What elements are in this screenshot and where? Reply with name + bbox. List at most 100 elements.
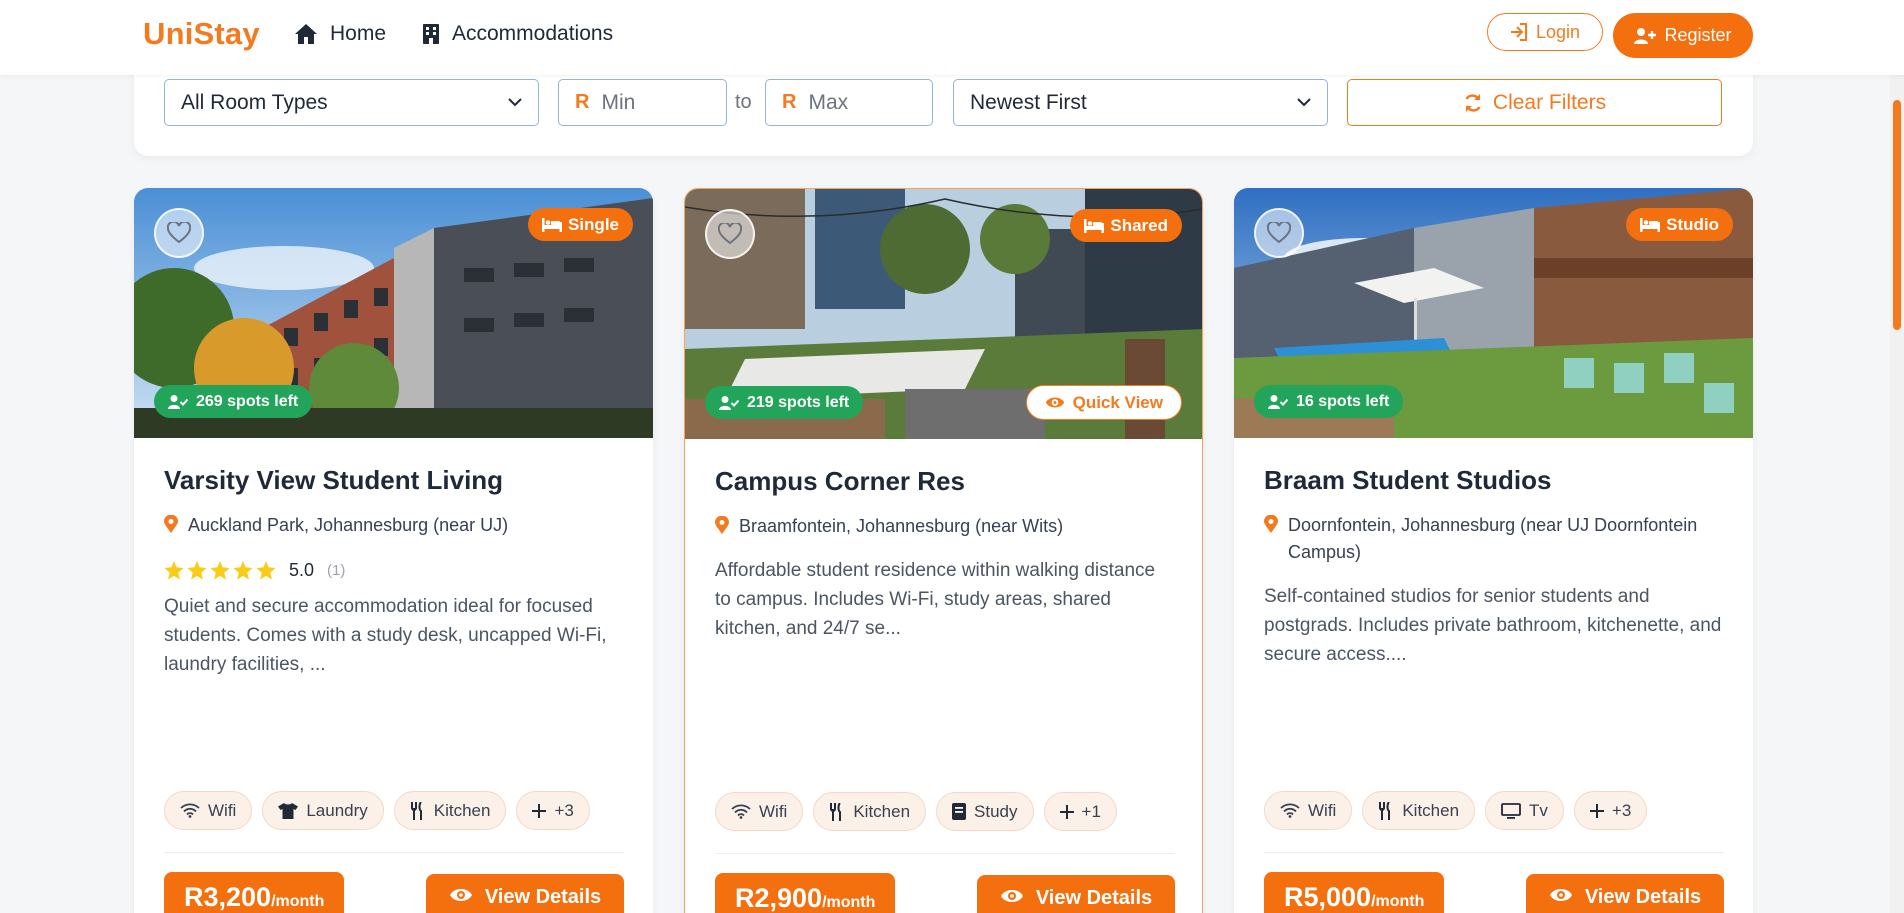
amenity-label: +3 <box>554 800 574 820</box>
page-scrollbar[interactable] <box>1890 0 1904 913</box>
scrollbar-thumb[interactable] <box>1893 100 1901 330</box>
chevron-down-icon <box>508 98 522 107</box>
star-icon <box>187 561 207 580</box>
price-amount: R2,900 <box>735 883 823 913</box>
bed-icon <box>1084 218 1105 233</box>
user-check-icon <box>168 394 188 409</box>
quick-view-button[interactable]: Quick View <box>1025 385 1182 420</box>
login-button[interactable]: Login <box>1487 13 1603 51</box>
accommodation-card[interactable]: Single 269 spots left Varsity View Stude… <box>134 188 653 913</box>
amenity-chip: Tv <box>1485 791 1564 830</box>
rating-count: (1) <box>327 562 346 579</box>
building-icon <box>423 24 439 44</box>
bed-icon <box>1640 217 1661 232</box>
room-type-badge: Studio <box>1626 208 1733 241</box>
register-button[interactable]: Register <box>1613 13 1753 58</box>
utensils-icon <box>830 802 842 821</box>
accommodation-card[interactable]: Studio 16 spots left Braam Student Studi… <box>1234 188 1753 913</box>
amenity-label: Kitchen <box>853 801 911 821</box>
card-divider <box>715 853 1175 854</box>
nav-accommodations[interactable]: Accommodations <box>422 22 613 46</box>
nav-home-label: Home <box>330 22 387 45</box>
room-type-badge: Shared <box>1070 209 1182 242</box>
favorite-button[interactable] <box>705 209 755 259</box>
card-divider <box>1264 852 1724 853</box>
amenity-label: Wifi <box>1308 800 1337 820</box>
wifi-icon <box>180 803 200 818</box>
utensils-icon <box>410 801 422 820</box>
user-check-icon <box>719 395 739 410</box>
price-tag: R2,900/month <box>715 873 896 913</box>
accommodation-card[interactable]: Shared 219 spots left Quick View Campus … <box>684 188 1203 913</box>
accommodation-description: Quiet and secure accommodation ideal for… <box>164 596 607 675</box>
sort-value: Newest First <box>970 90 1087 114</box>
amenity-more-chip[interactable]: +1 <box>1043 792 1117 831</box>
amenity-label: Tv <box>1529 800 1548 820</box>
location-text: Auckland Park, Johannesburg (near UJ) <box>188 515 509 535</box>
eye-icon <box>449 889 472 901</box>
wifi-icon <box>731 804 751 819</box>
price-amount: R3,200 <box>184 882 272 912</box>
amenity-chip: Wifi <box>1264 791 1353 830</box>
map-pin-icon <box>715 516 729 534</box>
room-type-label: Studio <box>1666 214 1719 234</box>
favorite-button[interactable] <box>154 208 204 258</box>
price-unit: /month <box>822 894 876 911</box>
price-tag: R3,200/month <box>164 872 345 913</box>
accommodation-title[interactable]: Varsity View Student Living <box>164 465 503 496</box>
amenity-more-chip[interactable]: +3 <box>1573 791 1648 830</box>
user-plus-icon <box>1634 27 1657 44</box>
plus-icon <box>1059 804 1074 819</box>
price-unit: /month <box>1371 893 1425 910</box>
utensils-icon <box>1379 801 1391 820</box>
clear-filters-button[interactable]: Clear Filters <box>1347 79 1722 126</box>
favorite-button[interactable] <box>1254 208 1304 258</box>
range-to-label: to <box>735 91 752 113</box>
plus-icon <box>1589 803 1604 818</box>
amenity-label: Laundry <box>306 800 368 820</box>
map-pin-icon <box>164 515 178 533</box>
view-details-button[interactable]: View Details <box>1526 874 1724 913</box>
amenity-chip: Wifi <box>164 791 253 830</box>
amenities-list: Wifi Laundry Kitchen +3 <box>164 791 590 830</box>
clear-filters-label: Clear Filters <box>1492 90 1607 114</box>
tv-icon <box>1501 802 1521 819</box>
view-details-button[interactable]: View Details <box>426 874 624 913</box>
min-price-placeholder: Min <box>601 90 636 114</box>
accommodation-description: Affordable student residence within walk… <box>715 560 1156 639</box>
amenity-label: Kitchen <box>433 800 491 820</box>
view-details-label: View Details <box>1035 887 1153 909</box>
spots-left-label: 16 spots left <box>1296 392 1390 410</box>
price-tag: R5,000/month <box>1264 872 1445 913</box>
login-label: Login <box>1535 21 1581 42</box>
max-price-input[interactable]: R Max <box>765 79 933 126</box>
min-price-input[interactable]: R Min <box>558 79 727 126</box>
accommodation-location: Braamfontein, Johannesburg (near Wits) <box>715 513 1175 540</box>
wifi-icon <box>1280 803 1300 818</box>
price-amount: R5,000 <box>1284 882 1372 912</box>
spots-left-badge: 219 spots left <box>705 386 864 419</box>
heart-icon <box>1267 222 1291 244</box>
quick-view-label: Quick View <box>1072 392 1163 412</box>
amenity-more-chip[interactable]: +3 <box>516 791 590 830</box>
currency-symbol: R <box>575 91 590 113</box>
brand-logo[interactable]: UniStay <box>143 16 260 52</box>
amenity-label: Kitchen <box>1402 800 1460 820</box>
accommodation-title[interactable]: Campus Corner Res <box>715 466 965 497</box>
star-icon <box>233 561 253 580</box>
max-price-placeholder: Max <box>808 90 849 114</box>
amenity-chip: Wifi <box>715 792 804 831</box>
accommodation-title[interactable]: Braam Student Studios <box>1264 465 1551 496</box>
view-details-label: View Details <box>1584 886 1702 908</box>
room-type-label: Single <box>567 214 619 234</box>
spots-left-badge: 16 spots left <box>1254 385 1404 418</box>
amenity-chip: Kitchen <box>813 792 927 831</box>
nav-home[interactable]: Home <box>294 22 386 46</box>
view-details-button[interactable]: View Details <box>977 875 1175 913</box>
sort-select[interactable]: Newest First <box>953 79 1328 126</box>
amenity-label: +1 <box>1081 801 1101 821</box>
spots-left-label: 219 spots left <box>747 393 850 411</box>
room-type-select[interactable]: All Room Types <box>164 79 539 126</box>
spots-left-badge: 269 spots left <box>154 385 313 418</box>
price-unit: /month <box>271 893 325 910</box>
